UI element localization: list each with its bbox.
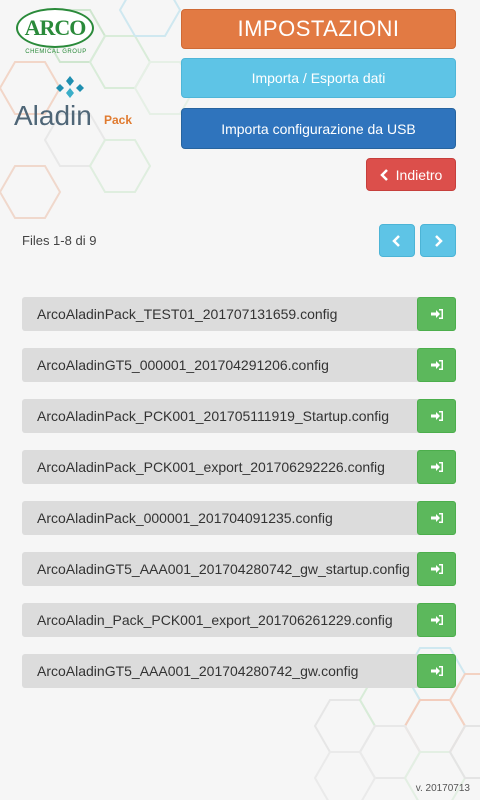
- aladin-logo-subtitle: Pack: [104, 113, 133, 127]
- sign-in-icon: [430, 666, 443, 676]
- aladin-logo-text: Aladin: [14, 100, 92, 131]
- chevron-left-icon: [392, 234, 400, 247]
- sign-in-icon: [430, 309, 443, 319]
- file-row: ArcoAladinGT5_000001_201704291206.config: [22, 348, 456, 382]
- chevron-right-icon: [435, 234, 443, 247]
- sign-in-icon: [430, 360, 443, 370]
- file-name: ArcoAladinPack_PCK001_export_20170629222…: [37, 459, 385, 475]
- back-button[interactable]: Indietro: [366, 158, 456, 191]
- import-file-button[interactable]: [417, 450, 456, 484]
- file-row: ArcoAladinPack_000001_201704091235.confi…: [22, 501, 456, 535]
- import-file-button[interactable]: [417, 603, 456, 637]
- file-name: ArcoAladinGT5_AAA001_201704280742_gw.con…: [37, 663, 359, 679]
- file-name: ArcoAladinPack_PCK001_201705111919_Start…: [37, 408, 390, 424]
- settings-button[interactable]: IMPOSTAZIONI: [181, 9, 456, 49]
- version-label: v. 20170713: [415, 783, 470, 794]
- files-count-label: Files 1-8 di 9: [22, 233, 97, 248]
- file-name: ArcoAladinPack_TEST01_201707131659.confi…: [37, 306, 338, 322]
- sign-in-icon: [430, 462, 443, 472]
- sign-in-icon: [430, 564, 443, 574]
- chevron-left-icon: [379, 168, 388, 181]
- import-file-button[interactable]: [417, 348, 456, 382]
- sign-in-icon: [430, 411, 443, 421]
- import-file-button[interactable]: [417, 552, 456, 586]
- back-button-label: Indietro: [395, 166, 443, 183]
- file-row: ArcoAladinPack_PCK001_201705111919_Start…: [22, 399, 456, 433]
- file-name: ArcoAladinPack_000001_201704091235.confi…: [37, 510, 333, 526]
- arco-logo-text: ARCO: [16, 8, 94, 48]
- file-name: ArcoAladin_Pack_PCK001_export_2017062612…: [37, 612, 393, 628]
- file-row: ArcoAladinPack_TEST01_201707131659.confi…: [22, 297, 456, 331]
- file-name: ArcoAladinGT5_AAA001_201704280742_gw_sta…: [37, 561, 410, 577]
- import-file-button[interactable]: [417, 501, 456, 535]
- file-row: ArcoAladinPack_PCK001_export_20170629222…: [22, 450, 456, 484]
- file-row: ArcoAladinGT5_AAA001_201704280742_gw.con…: [22, 654, 456, 688]
- import-file-button[interactable]: [417, 297, 456, 331]
- import-export-button[interactable]: Importa / Esporta dati: [181, 58, 456, 98]
- aladin-pack-logo: Aladin Pack: [14, 76, 144, 131]
- import-file-button[interactable]: [417, 399, 456, 433]
- import-usb-config-button[interactable]: Importa configurazione da USB: [181, 108, 456, 149]
- file-row: ArcoAladinGT5_AAA001_201704280742_gw_sta…: [22, 552, 456, 586]
- arco-logo-subtitle: CHEMICAL GROUP: [25, 49, 87, 55]
- import-file-button[interactable]: [417, 654, 456, 688]
- file-name: ArcoAladinGT5_000001_201704291206.config: [37, 357, 329, 373]
- previous-page-button[interactable]: [379, 224, 415, 257]
- sign-in-icon: [430, 513, 443, 523]
- file-row: ArcoAladin_Pack_PCK001_export_2017062612…: [22, 603, 456, 637]
- next-page-button[interactable]: [420, 224, 456, 257]
- sign-in-icon: [430, 615, 443, 625]
- arco-logo: ARCO CHEMICAL GROUP: [16, 8, 96, 58]
